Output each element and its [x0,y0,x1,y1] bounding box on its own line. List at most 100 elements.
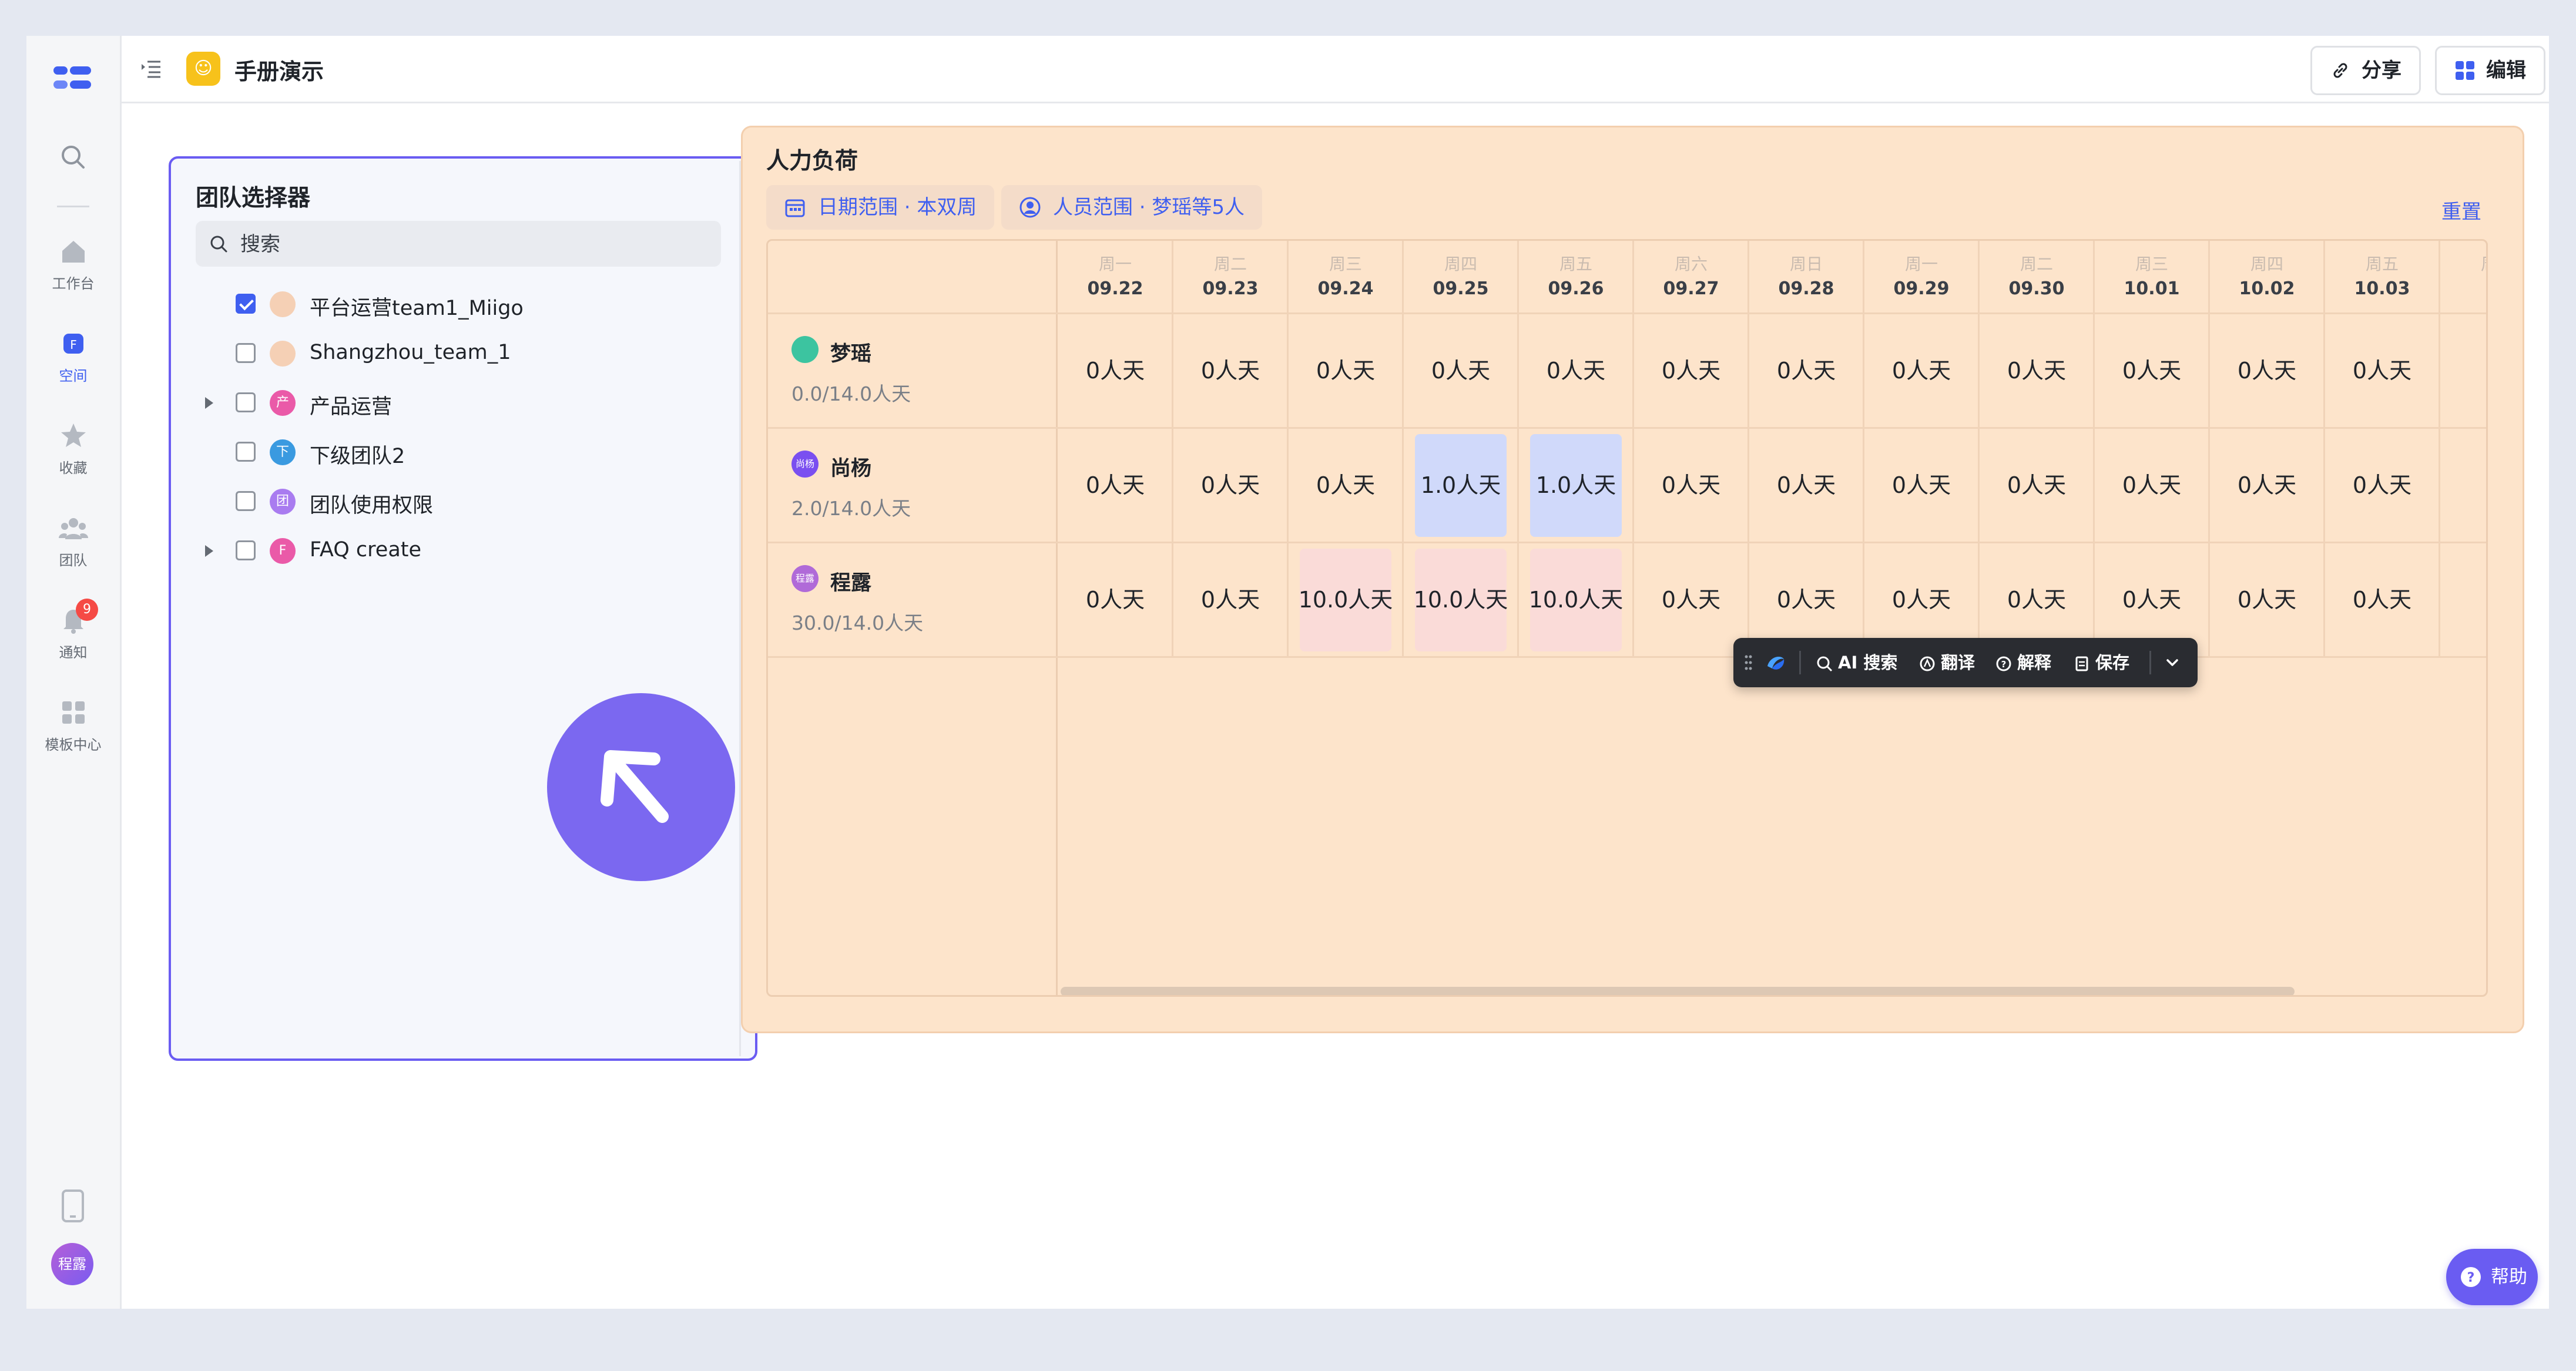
workload-cell[interactable]: 1.0人天 [1403,428,1518,543]
workload-value: 0人天 [1200,472,1260,498]
workload-cell[interactable]: 10.0人天 [1403,543,1518,657]
left-rail: 工作台 F 空间 收藏 团队 9 通知 模板中心 程露 [26,36,122,1309]
workload-cell[interactable]: 0人天 [1058,314,1173,428]
team-tree-item[interactable]: F FAQ create [171,533,700,569]
mobile-icon[interactable] [61,1189,85,1223]
workload-value: 0人天 [1085,472,1145,498]
workload-cell[interactable]: 0人天 [1749,314,1864,428]
workload-cell[interactable]: 0人天 [1173,543,1288,657]
workload-cell[interactable]: 0人天 [1979,314,2094,428]
workload-grid: 周一 09.22 周二 09.23 周三 09.24 周四 09.25 周五 09.26 周六 09.… [766,239,2488,997]
team-search-input[interactable] [239,221,700,268]
day-header: 周三 09.24 [1288,251,1403,299]
workload-cell[interactable]: 0人天 [1173,428,1288,543]
workload-cell[interactable]: 0人天 [1403,314,1518,428]
link-icon [2333,63,2347,78]
workload-value: 0. [2487,587,2488,613]
workload-cell[interactable]: 0人天 [2094,428,2209,543]
workload-cell[interactable]: 0人天 [2209,543,2325,657]
workload-value: 0人天 [1776,587,1836,613]
workload-cell[interactable]: 0人天 [1288,428,1403,543]
people-range-filter[interactable]: 人员范围 · 梦瑶等5人 [1001,185,1263,230]
workload-cell[interactable]: 0人天 [2094,314,2209,428]
workload-cell[interactable]: 0人天 [1634,428,1749,543]
template-grid-icon [62,701,85,724]
workload-cell[interactable]: 0人天 [1518,314,1634,428]
workload-cell[interactable]: 0人天 [1634,543,1749,657]
rail-item-team[interactable]: 团队 [26,512,120,569]
workload-value: 0人天 [1891,587,1951,613]
reset-link[interactable]: 重置 [2441,196,2481,224]
workload-cell[interactable]: 10.0人天 [1518,543,1634,657]
workload-cell[interactable]: 0人天 [1864,314,1979,428]
translate-button[interactable]: 翻译 [1918,638,1975,687]
team-search[interactable] [196,221,721,268]
workload-cell[interactable]: 0人天 [2325,314,2440,428]
workload-cell[interactable]: 10.0人天 [1288,543,1403,657]
workload-cell[interactable]: 0人天 [1749,428,1864,543]
workload-cell[interactable]: 0. [2440,314,2486,428]
workload-panel: 人力负荷 日期范围 · 本双周 人员范围 · 梦瑶等5人 重置 周一 09.22 周 [741,126,2524,1033]
workload-value: 0人天 [2007,358,2067,384]
expand-arrow-icon[interactable] [205,545,213,557]
workload-value: 0人天 [1085,358,1145,384]
save-button[interactable]: 保存 [2073,638,2129,687]
search-icon [1817,656,1833,672]
team-checkbox[interactable] [236,343,256,363]
document-save-icon [2075,656,2088,671]
expand-arrow-icon[interactable] [205,397,213,409]
assistant-logo-icon[interactable] [1764,651,1787,674]
workload-cell[interactable]: 0. [2440,543,2488,657]
team-tree-item[interactable]: 下下级团队2 [171,435,700,470]
rail-item-templates[interactable]: 模板中心 [26,697,120,754]
horizontal-scrollbar[interactable] [1061,987,2295,995]
rail-item-favorites[interactable]: 收藏 [26,420,120,477]
workload-cell[interactable]: 0人天 [2325,543,2440,657]
chevron-down-icon[interactable] [2164,656,2181,670]
workload-cell[interactable]: 0人天 [1288,314,1403,428]
team-checkbox[interactable] [236,540,256,560]
workload-value: 0人天 [2122,358,2182,384]
workload-cell[interactable]: 0人天 [1058,543,1173,657]
team-checkbox[interactable] [236,442,256,462]
rail-item-workbench[interactable]: 工作台 [26,236,120,293]
ai-search-button[interactable]: AI 搜索 [1816,638,1897,687]
workload-cell[interactable]: 0人天 [1864,428,1979,543]
share-button[interactable]: 分享 [2310,46,2421,95]
team-tree-item[interactable]: 团团队使用权限 [171,484,700,519]
team-tree-item[interactable]: Shangzhou_team_1 [171,336,700,371]
team-tree-item[interactable]: 平台运营team1_Miigo [171,287,700,322]
help-button[interactable]: ? 帮助 [2446,1249,2538,1305]
edit-button[interactable]: 编辑 [2435,46,2545,95]
explain-button[interactable]: ? 解释 [1995,638,2051,687]
day-weekday: 周二 [1213,254,1247,274]
workload-cell[interactable]: 1.0人天 [1518,428,1634,543]
floating-toolbar: AI 搜索 翻译 ? 解释 保存 [1733,638,2198,687]
team-selector-panel: 团队选择器 平台运营team1_Miigo Shangzhou_team_1 产产品… [169,156,757,1061]
rail-item-notifications[interactable]: 9 通知 [26,599,120,661]
workload-cell[interactable]: 0人天 [2325,428,2440,543]
workload-cell[interactable]: 0人天 [1979,428,2094,543]
person-load: 2.0/14.0人天 [791,497,911,520]
team-tree-item[interactable]: 产产品运营 [171,385,700,421]
workload-value: 0人天 [1661,587,1721,613]
workload-cell[interactable]: 0人天 [2209,314,2325,428]
workload-value: 0人天 [1776,358,1836,384]
workload-cell[interactable]: 0. [2440,428,2486,543]
workload-cell[interactable]: 0人天 [1173,314,1288,428]
app-logo-icon[interactable] [51,61,93,96]
sidebar-toggle-icon[interactable] [139,57,163,80]
search-icon[interactable] [59,143,87,171]
workload-cell[interactable]: 0人天 [1634,314,1749,428]
workload-value: 10.0人天 [1413,587,1508,613]
date-range-filter[interactable]: 日期范围 · 本双周 [766,185,995,230]
rail-item-space[interactable]: F 空间 [26,328,120,385]
team-checkbox[interactable] [236,294,256,314]
team-checkbox[interactable] [236,392,256,412]
calendar-icon [785,199,805,217]
user-avatar[interactable]: 程露 [51,1243,93,1285]
workload-cell[interactable]: 0人天 [1058,428,1173,543]
drag-handle-icon[interactable] [1744,654,1752,671]
workload-cell[interactable]: 0人天 [2209,428,2325,543]
team-checkbox[interactable] [236,491,256,511]
